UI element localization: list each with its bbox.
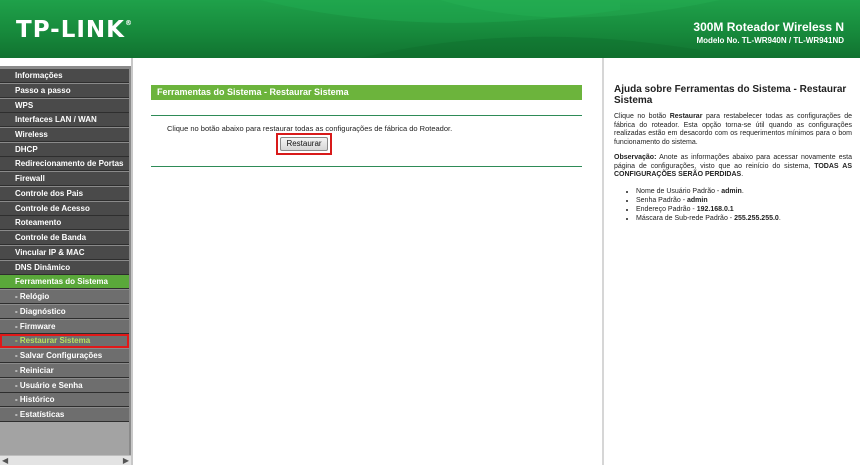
sidebar-subitem-usuario-e-senha[interactable]: - Usuário e Senha	[0, 379, 129, 393]
restore-description: Clique no botão abaixo para restaurar to…	[167, 124, 453, 133]
default-value: admin	[721, 188, 742, 195]
sidebar-subitem-diagnostico[interactable]: - Diagnóstico	[0, 305, 129, 319]
sidebar-subitem-relogio[interactable]: - Relógio	[0, 290, 129, 304]
default-value: 255.255.255.0	[734, 215, 779, 222]
list-item-default-subnet-mask: Máscara de Sub-rede Padrão - 255.255.255…	[636, 214, 856, 223]
help-title: Ajuda sobre Ferramentas do Sistema - Res…	[614, 84, 847, 106]
default-label: Nome de Usuário Padrão -	[636, 188, 722, 195]
divider-bottom	[151, 166, 582, 167]
router-admin-page: TP-LINK® 300M Roteador Wireless N Modelo…	[0, 0, 860, 465]
divider-top	[151, 115, 582, 116]
default-end: .	[741, 188, 744, 195]
sidebar-menu: Informações Passo a passo WPS Interfaces…	[0, 66, 131, 465]
tp-link-logo: TP-LINK®	[16, 17, 133, 43]
sidebar-item-informacoes[interactable]: Informações	[0, 69, 129, 83]
sidebar-item-dhcp[interactable]: DHCP	[0, 143, 129, 157]
help-p1-bold: Restaurar	[669, 113, 703, 120]
scroll-left-icon[interactable]: ◀	[2, 456, 8, 465]
default-value: admin	[686, 197, 708, 204]
sidebar-item-interfaces-lan-wan[interactable]: Interfaces LAN / WAN	[0, 113, 129, 127]
sidebar-item-firewall[interactable]: Firewall	[0, 172, 129, 186]
sidebar-subitem-restaurar-sistema[interactable]: - Restaurar Sistema	[0, 334, 129, 348]
sidebar-item-wps[interactable]: WPS	[0, 99, 129, 113]
sidebar-item-controle-de-banda[interactable]: Controle de Banda	[0, 231, 129, 245]
sidebar-subitem-historico[interactable]: - Histórico	[0, 393, 129, 407]
sidebar-subitem-salvar-configuracoes[interactable]: - Salvar Configurações	[0, 349, 129, 363]
sidebar-empty-area	[0, 422, 129, 455]
help-panel: Ajuda sobre Ferramentas do Sistema - Res…	[604, 58, 860, 465]
list-item-default-username: Nome de Usuário Padrão - admin.	[636, 187, 856, 196]
help-note-label: Observação:	[614, 154, 657, 161]
help-p1-text-a: Clique no botão	[614, 113, 670, 120]
header-banner: TP-LINK® 300M Roteador Wireless N Modelo…	[0, 0, 860, 58]
sidebar-item-redirecionamento-de-portas[interactable]: Redirecionamento de Portas	[0, 157, 129, 171]
default-label: Máscara de Sub-rede Padrão -	[636, 215, 735, 222]
default-label: Endereço Padrão -	[636, 206, 697, 213]
restore-button[interactable]: Restaurar	[280, 137, 328, 151]
logo-registered-mark: ®	[124, 19, 133, 27]
model-title: 300M Roteador Wireless N	[693, 20, 844, 34]
help-paragraph-note: Observação: Anote as informações abaixo …	[614, 154, 852, 180]
sidebar-horizontal-scrollbar[interactable]: ◀ ▶	[0, 455, 131, 465]
section-title: Ferramentas do Sistema - Restaurar Siste…	[151, 85, 582, 100]
sidebar-item-roteamento[interactable]: Roteamento	[0, 216, 129, 230]
sidebar-subitem-firmware[interactable]: - Firmware	[0, 320, 129, 334]
main-panel: Ferramentas do Sistema - Restaurar Siste…	[133, 58, 602, 465]
help-paragraph-restore: Clique no botão Restaurar para restabele…	[614, 113, 852, 147]
default-settings-list: Nome de Usuário Padrão - admin. Senha Pa…	[636, 187, 856, 223]
sidebar-item-vincular-ip-mac[interactable]: Vincular IP & MAC	[0, 246, 129, 260]
list-item-default-password: Senha Padrão - admin	[636, 196, 856, 205]
sidebar-item-passo-a-passo[interactable]: Passo a passo	[0, 84, 129, 98]
sidebar-item-wireless[interactable]: Wireless	[0, 128, 129, 142]
list-item-default-address: Endereço Padrão - 192.168.0.1	[636, 205, 856, 214]
sidebar-item-ferramentas-do-sistema[interactable]: Ferramentas do Sistema	[0, 275, 129, 289]
sidebar-subitem-reiniciar[interactable]: - Reiniciar	[0, 364, 129, 378]
sidebar-item-controle-de-acesso[interactable]: Controle de Acesso	[0, 202, 129, 216]
scroll-right-icon[interactable]: ▶	[123, 456, 129, 465]
logo-text: TP-LINK	[16, 17, 125, 43]
model-number: Modelo No. TL-WR940N / TL-WR941ND	[696, 36, 844, 45]
sidebar-subitem-estatisticas[interactable]: - Estatísticas	[0, 408, 129, 422]
default-end: .	[778, 215, 781, 222]
help-note-end: .	[741, 171, 744, 178]
default-label: Senha Padrão -	[636, 197, 687, 204]
sidebar-item-dns-dinamico[interactable]: DNS Dinâmico	[0, 261, 129, 275]
sidebar-item-controle-dos-pais[interactable]: Controle dos Pais	[0, 187, 129, 201]
default-value: 192.168.0.1	[696, 206, 734, 213]
restore-button-highlight: Restaurar	[276, 133, 332, 155]
